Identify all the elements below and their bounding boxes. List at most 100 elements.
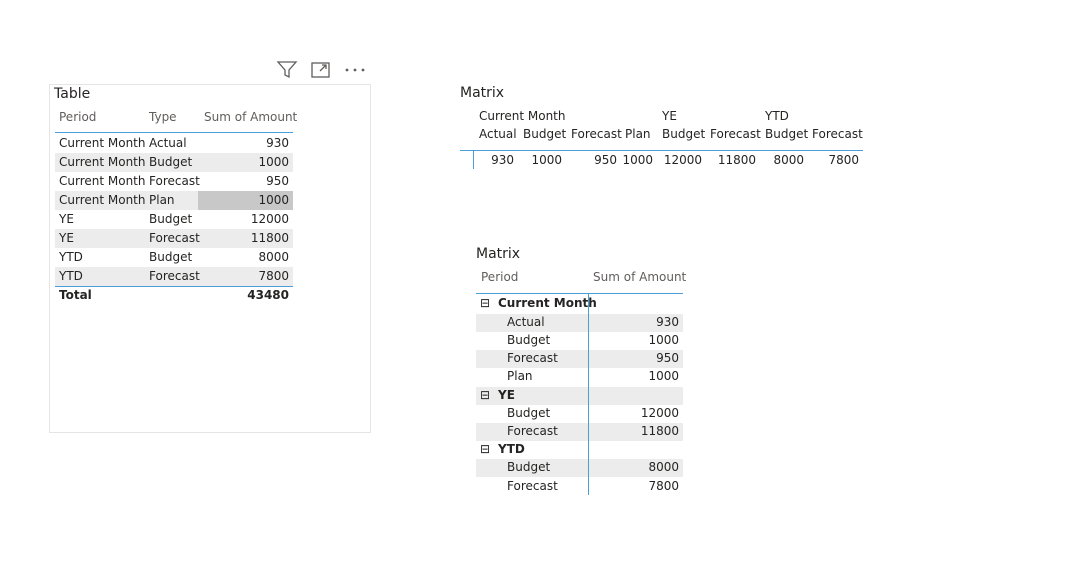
- matrix2-row-value: 11800: [640, 424, 679, 438]
- table-row[interactable]: YE Budget 12000: [55, 210, 293, 229]
- cell-period: YE: [59, 231, 74, 245]
- cell-amount: 8000: [258, 250, 289, 264]
- matrix1-value: 11800: [717, 153, 756, 167]
- matrix2-header-divider: [476, 293, 683, 294]
- matrix1-subheader[interactable]: Forecast: [710, 127, 761, 141]
- matrix2-row[interactable]: Forecast 11800: [476, 423, 683, 441]
- matrix2-group-label: YE: [498, 388, 515, 402]
- matrix2-row[interactable]: Budget 12000: [476, 405, 683, 423]
- cell-amount: 1000: [258, 155, 289, 169]
- cell-period: Current Month: [59, 155, 146, 169]
- more-options-icon[interactable]: [344, 60, 366, 80]
- matrix2-row[interactable]: Budget 8000: [476, 459, 683, 477]
- matrix1-value: 12000: [663, 153, 702, 167]
- matrix1-value: 8000: [773, 153, 804, 167]
- matrix2-row-value: 12000: [640, 406, 679, 420]
- cell-amount: 950: [266, 174, 289, 188]
- matrix1-group-header[interactable]: YTD: [765, 109, 789, 123]
- cell-amount: 11800: [250, 231, 289, 245]
- table-row[interactable]: YTD Budget 8000: [55, 248, 293, 267]
- matrix2-group-label: YTD: [498, 442, 525, 456]
- cell-amount: 930: [266, 136, 289, 150]
- matrix1-value: 7800: [828, 153, 859, 167]
- matrix2-row-value: 950: [656, 351, 679, 365]
- matrix1-value: 930: [491, 153, 514, 167]
- matrix1-subheader[interactable]: Plan: [625, 127, 651, 141]
- matrix2-row-label: Budget: [507, 460, 551, 474]
- table-row[interactable]: Current Month Actual 930: [55, 134, 293, 153]
- matrix2-row-label: Actual: [507, 315, 545, 329]
- cell-type: Plan: [149, 193, 175, 207]
- cell-type: Budget: [149, 250, 193, 264]
- table-visual[interactable]: Table Period Type Sum of Amount Current …: [49, 84, 371, 433]
- matrix2-group-row[interactable]: ⊟ YE: [476, 387, 683, 405]
- matrix2-row-label: Forecast: [507, 479, 558, 493]
- focus-mode-icon[interactable]: [310, 60, 332, 80]
- table-header-type[interactable]: Type: [149, 110, 177, 124]
- matrix1-subheader[interactable]: Forecast: [571, 127, 622, 141]
- total-value: 43480: [247, 288, 289, 302]
- matrix2-row-label: Forecast: [507, 424, 558, 438]
- table-row[interactable]: Current Month Budget 1000: [55, 153, 293, 172]
- cell-amount: 1000: [258, 193, 289, 207]
- cell-type: Forecast: [149, 174, 200, 188]
- matrix1-subheader[interactable]: Budget: [765, 127, 808, 141]
- matrix2-row-value: 1000: [648, 333, 679, 347]
- matrix2-group-row[interactable]: ⊟ Current Month: [476, 295, 683, 313]
- table-header-sum[interactable]: Sum of Amount: [204, 110, 297, 124]
- matrix1-value: 1000: [622, 153, 653, 167]
- cell-period: Current Month: [59, 193, 146, 207]
- matrix2-title: Matrix: [476, 246, 521, 262]
- matrix2-row[interactable]: Actual 930: [476, 314, 683, 332]
- table-header-period[interactable]: Period: [59, 110, 96, 124]
- cell-type: Forecast: [149, 231, 200, 245]
- matrix2-header-sum[interactable]: Sum of Amount: [593, 270, 686, 284]
- total-divider: [55, 286, 293, 287]
- collapse-icon[interactable]: ⊟: [480, 442, 490, 456]
- table-row-selected[interactable]: Current Month Plan 1000: [55, 191, 293, 210]
- table-row[interactable]: Current Month Forecast 950: [55, 172, 293, 191]
- matrix2-row[interactable]: Plan 1000: [476, 368, 683, 386]
- cell-type: Forecast: [149, 269, 200, 283]
- matrix2-row-value: 8000: [648, 460, 679, 474]
- cell-type: Actual: [149, 136, 187, 150]
- cell-period: YE: [59, 212, 74, 226]
- cell-amount: 12000: [250, 212, 289, 226]
- filter-icon[interactable]: [276, 60, 298, 80]
- table-row[interactable]: YE Forecast 11800: [55, 229, 293, 248]
- cell-type: Budget: [149, 212, 193, 226]
- matrix1-divider: [460, 150, 863, 151]
- matrix2-row[interactable]: Forecast 950: [476, 350, 683, 368]
- matrix2-column-divider: [588, 294, 589, 495]
- matrix2-row[interactable]: Forecast 7800: [476, 478, 683, 496]
- cell-period: Current Month: [59, 136, 146, 150]
- matrix1-subheader[interactable]: Budget: [523, 127, 566, 141]
- matrix1-subheader[interactable]: Budget: [662, 127, 705, 141]
- cell-period: YTD: [59, 250, 83, 264]
- cell-period: YTD: [59, 269, 83, 283]
- collapse-icon[interactable]: ⊟: [480, 296, 490, 310]
- matrix1-value: 950: [594, 153, 617, 167]
- total-label: Total: [59, 288, 92, 302]
- cell-period: Current Month: [59, 174, 146, 188]
- matrix2-row-value: 7800: [648, 479, 679, 493]
- matrix1-group-header[interactable]: YE: [662, 109, 677, 123]
- collapse-icon[interactable]: ⊟: [480, 388, 490, 402]
- matrix2-row[interactable]: Budget 1000: [476, 332, 683, 350]
- matrix2-row-value: 930: [656, 315, 679, 329]
- matrix2-group-row[interactable]: ⊟ YTD: [476, 441, 683, 459]
- matrix2-row-label: Plan: [507, 369, 533, 383]
- matrix1-subheader[interactable]: Forecast: [812, 127, 863, 141]
- matrix2-row-label: Budget: [507, 333, 551, 347]
- matrix1-subheader[interactable]: Actual: [479, 127, 517, 141]
- matrix1-group-header[interactable]: Current Month: [479, 109, 566, 123]
- table-row[interactable]: YTD Forecast 7800: [55, 267, 293, 286]
- header-divider: [55, 132, 293, 133]
- matrix1-visual[interactable]: Matrix Current Month YE YTD Actual Budge…: [456, 84, 866, 179]
- matrix1-title: Matrix: [460, 85, 505, 101]
- matrix2-row-value: 1000: [648, 369, 679, 383]
- matrix2-header-period[interactable]: Period: [481, 270, 518, 284]
- cell-amount: 7800: [258, 269, 289, 283]
- matrix2-row-label: Forecast: [507, 351, 558, 365]
- matrix2-group-label: Current Month: [498, 296, 597, 310]
